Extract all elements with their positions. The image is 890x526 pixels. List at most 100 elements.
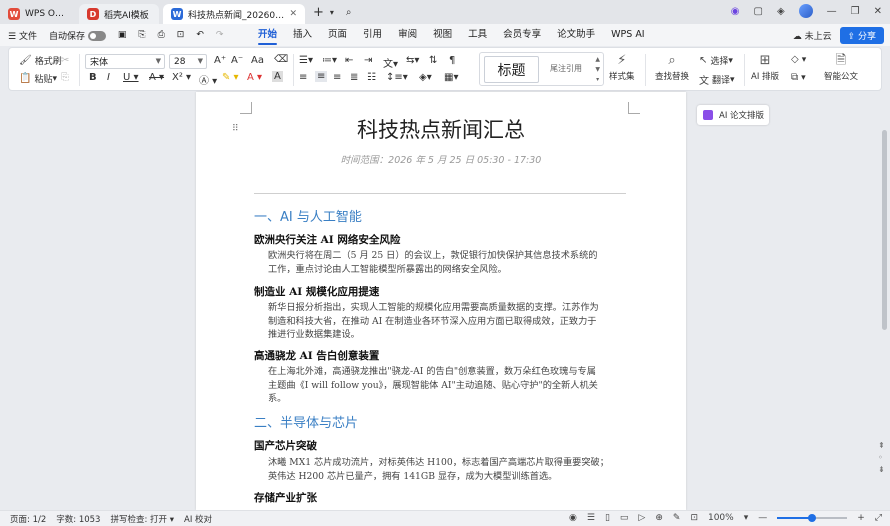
ai-proofread[interactable]: AI 校对 <box>184 513 212 525</box>
text-effect-icon[interactable]: Ⓐ ▾ <box>199 72 217 87</box>
close-window-icon[interactable]: ✕ <box>874 6 882 17</box>
tab-tools[interactable]: 工具 <box>460 24 495 46</box>
smart-doc-button[interactable]: 🗎 智能公文 <box>824 52 858 82</box>
share-button[interactable]: ⇪ 分享 <box>839 27 884 44</box>
page-view-icon[interactable]: ▯ <box>605 513 610 523</box>
prev-page-icon[interactable]: ⇞ <box>878 440 885 452</box>
format-painter-button[interactable]: 🖌 格式刷 <box>19 54 62 67</box>
style-scroll-icon[interactable]: ▲ ▼ ▾ <box>595 55 600 85</box>
cloud-status[interactable]: ☁ 未上云 <box>793 29 832 42</box>
bullet-list-icon[interactable]: ☰▾ <box>299 55 313 66</box>
arrange-button[interactable]: ⧉ ▾ <box>791 72 806 83</box>
grow-font-icon[interactable]: A⁺ <box>214 55 226 66</box>
style-set-button[interactable]: ⚡ 样式集 <box>609 52 635 82</box>
shapes-button[interactable]: ◇ ▾ <box>791 54 806 65</box>
write-view-icon[interactable]: ✎ <box>673 513 681 523</box>
zoom-slider-knob[interactable] <box>808 514 817 522</box>
restore-icon[interactable]: ❐ <box>851 6 860 17</box>
outline-icon[interactable]: ☰ <box>587 513 595 523</box>
text-direction-icon[interactable]: ⇆▾ <box>406 55 419 66</box>
ai-assistant-icon[interactable]: ◉ <box>731 6 740 17</box>
web-view-icon[interactable]: ⊕ <box>655 513 663 523</box>
ai-layout-button[interactable]: ⊞ AI 排版 <box>751 52 779 82</box>
align-center-icon[interactable]: ≡ <box>315 71 328 82</box>
autosave-toggle[interactable]: 自动保存 <box>49 29 106 42</box>
new-tab-icon[interactable]: + <box>313 5 324 20</box>
tab-docer-ai-template[interactable]: D 稻壳AI模板 <box>79 4 159 24</box>
eye-protection-icon[interactable]: ◉ <box>569 513 577 523</box>
shrink-font-icon[interactable]: A⁻ <box>231 55 243 66</box>
avatar[interactable] <box>798 4 813 18</box>
superscript-icon[interactable]: X² ▾ <box>172 72 191 83</box>
print-icon[interactable]: ⎙ <box>158 30 165 40</box>
expand-icon[interactable]: ⤢ <box>875 513 882 523</box>
tab-wps-ai[interactable]: WPS AI <box>603 24 652 46</box>
zoom-value[interactable]: 100% <box>708 513 734 523</box>
translate-button[interactable]: 文翻译 ▾ <box>699 72 735 88</box>
show-marks-icon[interactable]: ¶ <box>449 55 455 66</box>
line-spacing-icon[interactable]: ↕≡▾ <box>386 72 408 83</box>
clear-format-icon[interactable]: ⌫ <box>274 54 288 65</box>
tab-review[interactable]: 审阅 <box>390 24 425 46</box>
paste-button[interactable]: 📋 粘贴 ▾ <box>19 72 57 85</box>
file-menu[interactable]: ☰ 文件 <box>8 29 37 42</box>
spell-check-status[interactable]: 拼写检查: 打开 ▾ <box>110 513 174 525</box>
zoom-in-icon[interactable]: + <box>857 513 865 523</box>
font-name-select[interactable]: 宋体 ▼ <box>85 54 165 69</box>
tab-page[interactable]: 页面 <box>320 24 355 46</box>
undo-icon[interactable]: ↶ <box>196 30 204 40</box>
search-icon[interactable]: ⌕ <box>346 7 352 18</box>
zoom-slider[interactable] <box>777 514 848 522</box>
italic-icon[interactable]: I <box>107 72 110 83</box>
decrease-indent-icon[interactable]: ⇤ <box>345 55 353 66</box>
justify-icon[interactable]: ≣ <box>350 72 358 83</box>
cut-icon[interactable]: ✂ <box>61 55 69 66</box>
align-left-icon[interactable]: ≡ <box>299 72 307 83</box>
change-case-icon[interactable]: Aa <box>251 55 264 66</box>
increase-indent-icon[interactable]: ⇥ <box>364 55 372 66</box>
tab-home[interactable]: 开始 <box>250 24 285 46</box>
ai-paper-layout-button[interactable]: AI 论文排版 <box>697 105 769 125</box>
skin-icon[interactable]: ◈ <box>777 6 785 17</box>
toggle-switch-icon[interactable] <box>87 31 106 41</box>
copy-icon[interactable]: ⎘ <box>61 72 69 83</box>
font-size-select[interactable]: 28 ▼ <box>169 54 207 69</box>
highlight-icon[interactable]: ✎ ▾ <box>222 72 239 83</box>
tab-insert[interactable]: 插入 <box>285 24 320 46</box>
shading-icon[interactable]: ◈▾ <box>419 72 432 83</box>
play-icon[interactable]: ▷ <box>638 513 645 523</box>
book-view-icon[interactable]: ▭ <box>620 513 629 523</box>
word-count[interactable]: 字数: 1053 <box>56 513 100 525</box>
tab-member[interactable]: 会员专享 <box>495 24 549 46</box>
next-page-icon[interactable]: ⇟ <box>878 464 885 476</box>
vertical-scrollbar[interactable] <box>882 130 887 330</box>
page-indicator[interactable]: 页面: 1/2 <box>10 513 46 525</box>
font-color-icon[interactable]: A ▾ <box>247 72 262 83</box>
tab-document[interactable]: W 科技热点新闻_20260525.do ✕ <box>163 4 305 24</box>
document-page[interactable]: ⠿ 科技热点新闻汇总 时间范围：2026 年 5 月 25 日 05:30 - … <box>196 92 686 510</box>
tab-paper-assistant[interactable]: 论文助手 <box>549 24 603 46</box>
style-title[interactable]: 标题 <box>484 56 539 83</box>
fit-page-icon[interactable]: ⊡ <box>690 513 698 523</box>
bold-icon[interactable]: B <box>89 72 97 83</box>
sort-icon[interactable]: ⇅ <box>429 55 437 66</box>
zoom-out-icon[interactable]: — <box>758 513 767 523</box>
char-shading-icon[interactable]: A <box>272 71 283 82</box>
chinese-layout-icon[interactable]: 文▾ <box>383 55 398 70</box>
border-icon[interactable]: ▦▾ <box>444 72 458 83</box>
tab-wps-office[interactable]: W WPS Office <box>0 4 75 24</box>
tab-list-chevron-icon[interactable]: ▾ <box>330 8 334 17</box>
redo-icon[interactable]: ↷ <box>216 30 224 40</box>
numbered-list-icon[interactable]: ≔▾ <box>322 55 337 66</box>
find-replace-button[interactable]: ⌕ 查找替换 <box>655 52 689 82</box>
save-icon[interactable]: ▣ <box>118 30 127 40</box>
select-browse-icon[interactable]: ◦ <box>878 452 885 464</box>
export-icon[interactable]: ⎘ <box>138 30 145 40</box>
tab-view[interactable]: 视图 <box>425 24 460 46</box>
tab-references[interactable]: 引用 <box>355 24 390 46</box>
layout-icon[interactable]: ▢ <box>753 6 762 17</box>
strikethrough-icon[interactable]: A ▾ <box>149 72 164 83</box>
preview-icon[interactable]: ⊡ <box>177 30 185 40</box>
underline-icon[interactable]: U ▾ <box>123 72 139 83</box>
distribute-icon[interactable]: ☷ <box>367 72 376 83</box>
